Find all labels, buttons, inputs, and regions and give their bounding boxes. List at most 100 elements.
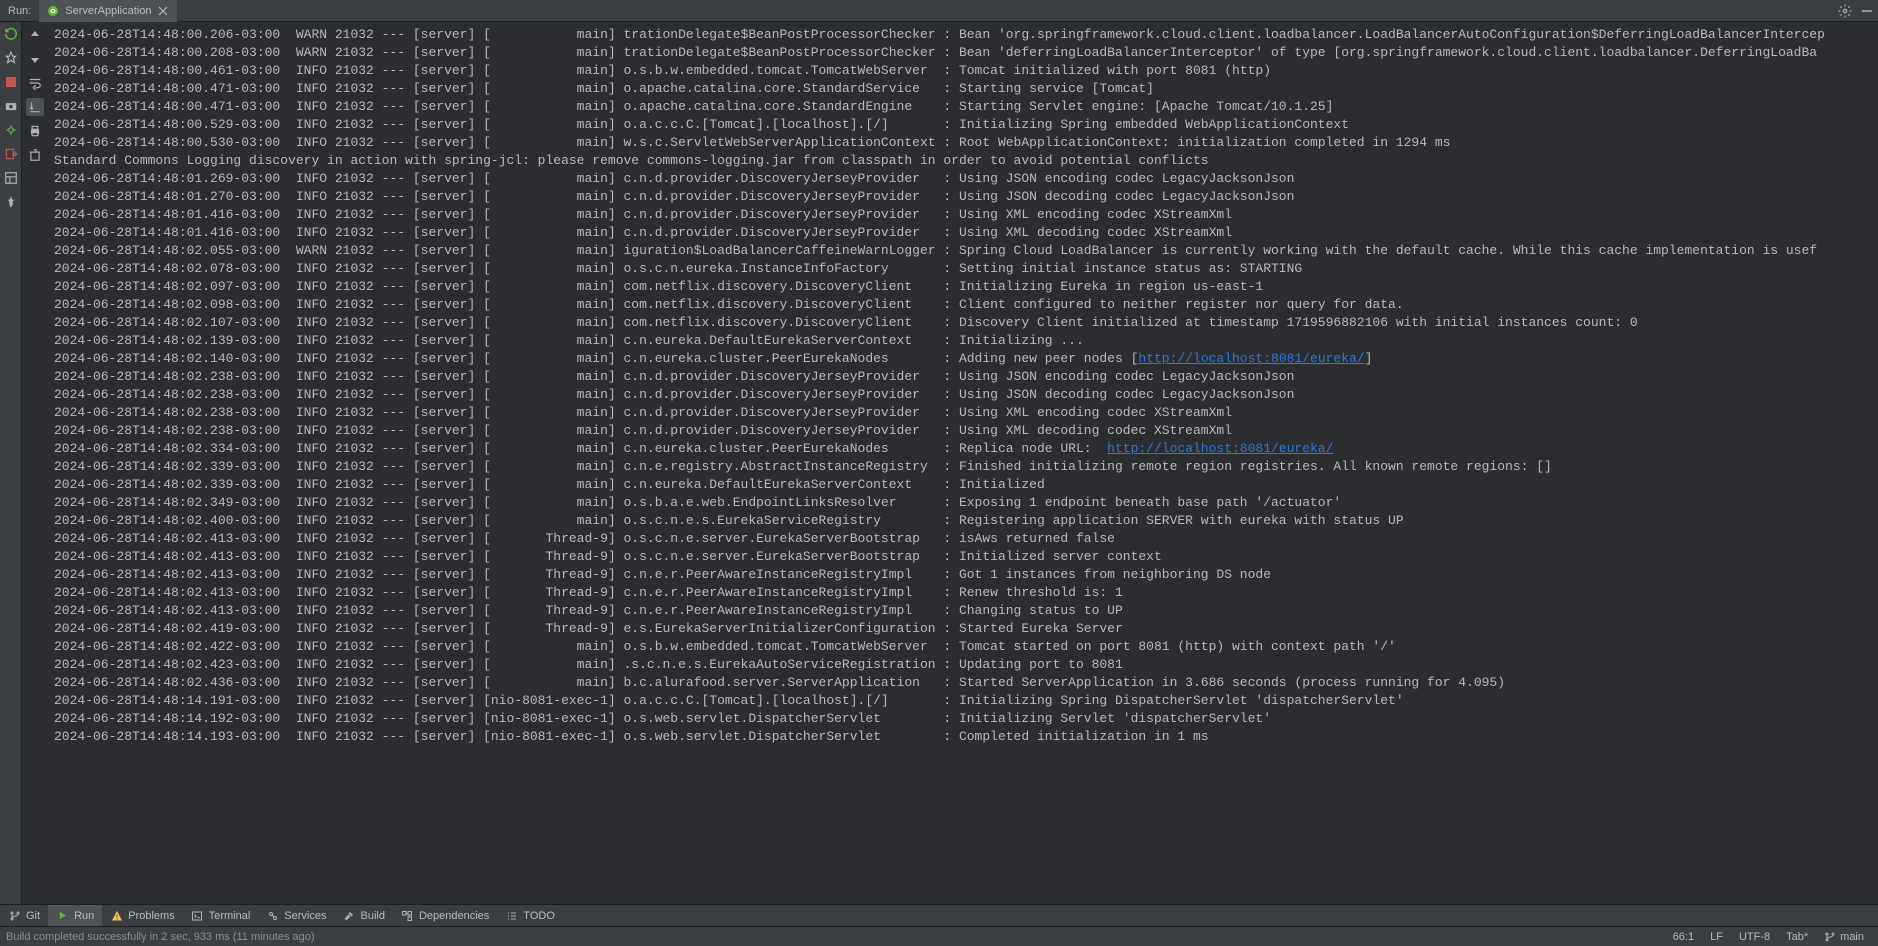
- status-encoding[interactable]: UTF-8: [1731, 931, 1778, 943]
- close-icon[interactable]: [157, 5, 169, 17]
- clear-icon[interactable]: [26, 146, 44, 164]
- log-line: 2024-06-28T14:48:00.529-03:00 INFO 21032…: [54, 116, 1872, 134]
- log-line: 2024-06-28T14:48:02.334-03:00 INFO 21032…: [54, 440, 1872, 458]
- toolwindow-dependencies[interactable]: Dependencies: [393, 905, 497, 927]
- console-toolbar: [22, 22, 48, 904]
- log-line: 2024-06-28T14:48:02.238-03:00 INFO 21032…: [54, 386, 1872, 404]
- play-icon: [56, 909, 69, 922]
- log-line: 2024-06-28T14:48:02.098-03:00 INFO 21032…: [54, 296, 1872, 314]
- toolwindow-label: Problems: [128, 910, 174, 922]
- log-line: 2024-06-28T14:48:01.270-03:00 INFO 21032…: [54, 188, 1872, 206]
- log-line: 2024-06-28T14:48:02.339-03:00 INFO 21032…: [54, 476, 1872, 494]
- log-line: 2024-06-28T14:48:14.192-03:00 INFO 21032…: [54, 710, 1872, 728]
- deps-icon: [401, 909, 414, 922]
- ide-left-stripe: [0, 22, 22, 904]
- log-line: 2024-06-28T14:48:02.078-03:00 INFO 21032…: [54, 260, 1872, 278]
- run-header: Run: ServerApplication: [0, 0, 1878, 22]
- spring-icon: [47, 5, 59, 17]
- log-line: 2024-06-28T14:48:02.413-03:00 INFO 21032…: [54, 602, 1872, 620]
- rerun-icon[interactable]: [3, 26, 19, 42]
- exit-icon[interactable]: [3, 146, 19, 162]
- log-link[interactable]: http://localhost:8081/eureka/: [1138, 351, 1364, 366]
- log-line: 2024-06-28T14:48:02.413-03:00 INFO 21032…: [54, 566, 1872, 584]
- pin-icon[interactable]: [3, 50, 19, 66]
- log-line: 2024-06-28T14:48:02.139-03:00 INFO 21032…: [54, 332, 1872, 350]
- toolwindow-services[interactable]: Services: [258, 905, 334, 927]
- log-line: 2024-06-28T14:48:00.530-03:00 INFO 21032…: [54, 134, 1872, 152]
- status-line-ending[interactable]: LF: [1702, 931, 1731, 943]
- toolwindow-todo[interactable]: TODO: [497, 905, 563, 927]
- log-line: 2024-06-28T14:48:02.339-03:00 INFO 21032…: [54, 458, 1872, 476]
- status-caret[interactable]: 66:1: [1665, 931, 1702, 943]
- toolwindow-label: Git: [26, 910, 40, 922]
- log-line: 2024-06-28T14:48:01.416-03:00 INFO 21032…: [54, 206, 1872, 224]
- settings-icon[interactable]: [1834, 0, 1856, 22]
- log-line: 2024-06-28T14:48:02.400-03:00 INFO 21032…: [54, 512, 1872, 530]
- toolwindow-build[interactable]: Build: [334, 905, 392, 927]
- up-icon[interactable]: [26, 26, 44, 44]
- log-line: 2024-06-28T14:48:00.471-03:00 INFO 21032…: [54, 80, 1872, 98]
- log-line: 2024-06-28T14:48:01.416-03:00 INFO 21032…: [54, 224, 1872, 242]
- bottom-toolbar: Git Run Problems Terminal Services Build Depen…: [0, 904, 1878, 926]
- stop-icon[interactable]: [3, 74, 19, 90]
- run-config-tab[interactable]: ServerApplication: [39, 0, 177, 22]
- scroll-to-end-icon[interactable]: [26, 98, 44, 116]
- log-line: 2024-06-28T14:48:02.238-03:00 INFO 21032…: [54, 404, 1872, 422]
- log-line: 2024-06-28T14:48:14.193-03:00 INFO 21032…: [54, 728, 1872, 746]
- minimize-icon[interactable]: [1856, 0, 1878, 22]
- log-line: 2024-06-28T14:48:02.140-03:00 INFO 21032…: [54, 350, 1872, 368]
- log-line: 2024-06-28T14:48:02.413-03:00 INFO 21032…: [54, 584, 1872, 602]
- log-line: 2024-06-28T14:48:00.206-03:00 WARN 21032…: [54, 26, 1872, 44]
- toolwindow-label: TODO: [523, 910, 555, 922]
- log-line: 2024-06-28T14:48:02.422-03:00 INFO 21032…: [54, 638, 1872, 656]
- log-line: 2024-06-28T14:48:02.238-03:00 INFO 21032…: [54, 368, 1872, 386]
- status-branch[interactable]: main: [1816, 931, 1872, 943]
- log-line: 2024-06-28T14:48:02.097-03:00 INFO 21032…: [54, 278, 1872, 296]
- log-line: Standard Commons Logging discovery in ac…: [54, 152, 1872, 170]
- log-line: 2024-06-28T14:48:01.269-03:00 INFO 21032…: [54, 170, 1872, 188]
- hammer-icon: [342, 909, 355, 922]
- pushpin-icon[interactable]: [3, 194, 19, 210]
- toolwindow-run[interactable]: Run: [48, 905, 102, 927]
- toolwindow-problems[interactable]: Problems: [102, 905, 182, 927]
- warn-icon: [110, 909, 123, 922]
- log-line: 2024-06-28T14:48:02.349-03:00 INFO 21032…: [54, 494, 1872, 512]
- services-icon: [266, 909, 279, 922]
- log-line: 2024-06-28T14:48:02.107-03:00 INFO 21032…: [54, 314, 1872, 332]
- status-build-message: Build completed successfully in 2 sec, 9…: [6, 931, 315, 943]
- console-output[interactable]: 2024-06-28T14:48:00.206-03:00 WARN 21032…: [48, 22, 1878, 904]
- log-line: 2024-06-28T14:48:02.413-03:00 INFO 21032…: [54, 548, 1872, 566]
- log-line: 2024-06-28T14:48:02.413-03:00 INFO 21032…: [54, 530, 1872, 548]
- log-line: 2024-06-28T14:48:02.055-03:00 WARN 21032…: [54, 242, 1872, 260]
- down-icon[interactable]: [26, 50, 44, 68]
- log-line: 2024-06-28T14:48:02.238-03:00 INFO 21032…: [54, 422, 1872, 440]
- log-line: 2024-06-28T14:48:00.471-03:00 INFO 21032…: [54, 98, 1872, 116]
- term-icon: [191, 909, 204, 922]
- bug-rerun-icon[interactable]: [3, 122, 19, 138]
- run-config-label: ServerApplication: [65, 5, 151, 17]
- toolwindow-terminal[interactable]: Terminal: [183, 905, 259, 927]
- toolwindow-git[interactable]: Git: [0, 905, 48, 927]
- status-branch-label: main: [1840, 931, 1864, 943]
- branch-icon: [8, 909, 21, 922]
- toolwindow-label: Services: [284, 910, 326, 922]
- status-bar: Build completed successfully in 2 sec, 9…: [0, 926, 1878, 946]
- log-line: 2024-06-28T14:48:02.419-03:00 INFO 21032…: [54, 620, 1872, 638]
- toolwindow-label: Dependencies: [419, 910, 489, 922]
- todo-icon: [505, 909, 518, 922]
- soft-wrap-icon[interactable]: [26, 74, 44, 92]
- log-line: 2024-06-28T14:48:00.461-03:00 INFO 21032…: [54, 62, 1872, 80]
- branch-icon: [1824, 931, 1836, 943]
- toolwindow-label: Build: [360, 910, 384, 922]
- log-line: 2024-06-28T14:48:02.423-03:00 INFO 21032…: [54, 656, 1872, 674]
- toolwindow-label: Terminal: [209, 910, 251, 922]
- layout-icon[interactable]: [3, 170, 19, 186]
- status-indent[interactable]: Tab*: [1778, 931, 1816, 943]
- log-link[interactable]: http://localhost:8081/eureka/: [1107, 441, 1333, 456]
- print-icon[interactable]: [26, 122, 44, 140]
- log-line: 2024-06-28T14:48:02.436-03:00 INFO 21032…: [54, 674, 1872, 692]
- run-label: Run:: [0, 5, 39, 17]
- camera-icon[interactable]: [3, 98, 19, 114]
- log-line: 2024-06-28T14:48:14.191-03:00 INFO 21032…: [54, 692, 1872, 710]
- toolwindow-label: Run: [74, 910, 94, 922]
